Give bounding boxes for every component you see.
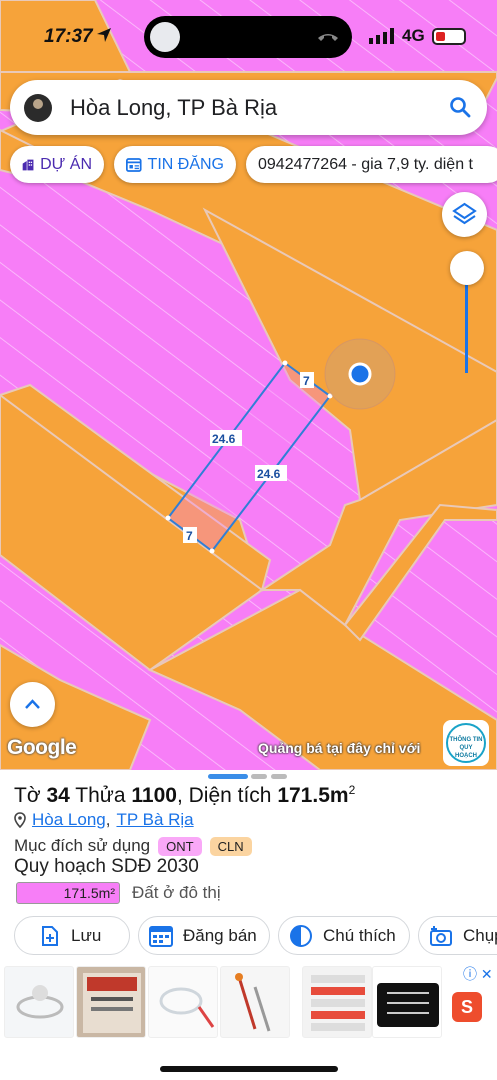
location-pin-icon [14,812,26,828]
chevron-up-icon [25,699,40,709]
save-button[interactable]: Lưu [14,916,130,955]
sheet-handle[interactable] [208,774,248,779]
parcel-title: Tờ 34 Thửa 1100, Diện tích 171.5m2 [14,783,356,807]
planning-info-badge[interactable]: THÔNG TIN QUY HOẠCH [443,720,489,766]
purpose-label: Mục đích sử dụng [14,836,151,855]
ad-product-image[interactable] [302,966,372,1038]
ad-banner[interactable]: ⓘ ✕ S [0,964,497,1042]
camera-icon [430,925,452,946]
legend-button[interactable]: Chú thích [278,916,410,955]
plan-area-row: 171.5m² Đất ở đô thị [16,882,221,904]
add-note-icon [42,925,58,946]
network-type: 4G [402,26,425,45]
edge-label: 24.6 [212,432,236,446]
layers-button[interactable] [442,192,487,237]
layers-icon [452,202,477,225]
chip-listing-result[interactable]: 0942477264 - gia 7,9 ty. diện t [246,146,497,183]
clock: 17:37 [44,26,93,47]
current-location-marker [324,338,396,410]
ad-close-icon[interactable]: ⓘ ✕ [463,964,493,984]
land-use-purpose: Mục đích sử dụng ONT CLN [14,836,252,856]
ad-banner-text[interactable]: Quảng bá tại đây chỉ với [258,740,420,756]
action-label: Lưu [71,925,102,945]
badge-text: THÔNG TIN QUY HOẠCH [446,723,486,763]
zoom-slider-track[interactable] [465,285,468,373]
action-label: Chú thích [323,925,396,945]
action-label: Chụp [463,925,497,945]
caller-avatar [150,22,180,52]
shopee-icon[interactable]: S [452,992,482,1022]
battery-icon [432,28,466,45]
collapse-up-button[interactable] [10,682,55,727]
tag-ont: ONT [158,836,202,856]
chip-label: DỰ ÁN [40,155,92,173]
ad-product-image[interactable] [220,966,290,1038]
ward-link[interactable]: Hòa Long [32,810,106,830]
tag-cln: CLN [209,836,252,856]
ad-product-image[interactable] [4,966,74,1038]
plan-type: Đất ở đô thị [132,883,221,902]
home-indicator [160,1066,338,1072]
status-bar: 17:37 4G [0,0,497,72]
chip-tin-dang[interactable]: TIN ĐĂNG [114,146,236,183]
post-sale-button[interactable]: Đăng bán [138,916,270,955]
city-link[interactable]: TP Bà Rịa [116,810,193,830]
edge-label: 7 [303,374,310,388]
capture-button[interactable]: Chụp [418,916,497,955]
listing-icon [126,157,142,172]
location-arrow-icon [97,28,111,42]
parcel-info-sheet: Tờ 34 Thửa 1100, Diện tích 171.5m2 Hòa L… [0,770,497,1080]
chip-label: TIN ĐĂNG [147,155,224,173]
building-icon [22,159,34,170]
signal-icon [369,28,394,44]
phone-icon [318,34,338,41]
google-logo: Google [7,736,77,759]
ad-product-image[interactable] [76,966,146,1038]
ad-product-image[interactable] [372,966,442,1038]
edge-label: 7 [186,529,193,543]
search-icon[interactable] [449,96,471,118]
legend-icon [290,924,312,947]
sheet-handle-dot [251,774,267,779]
calendar-icon [149,925,173,947]
sheet-handle-dot [271,774,287,779]
parcel-address: Hòa Long, TP Bà Rịa [14,810,194,830]
chip-label: 0942477264 - gia 7,9 ty. diện t [258,155,473,173]
plan-area-bar: 171.5m² [16,882,120,904]
dynamic-island[interactable] [144,16,352,58]
ad-product-image[interactable] [148,966,218,1038]
chip-du-an[interactable]: DỰ ÁN [10,146,104,183]
search-input[interactable]: Hòa Long, TP Bà Rịa [70,95,277,121]
avatar[interactable] [24,94,52,122]
edge-label: 24.6 [257,467,281,481]
plan-title: Quy hoạch SDĐ 2030 [14,856,199,877]
search-bar[interactable]: Hòa Long, TP Bà Rịa [10,80,487,135]
zoom-slider-knob[interactable] [450,251,484,285]
action-label: Đăng bán [183,925,257,945]
